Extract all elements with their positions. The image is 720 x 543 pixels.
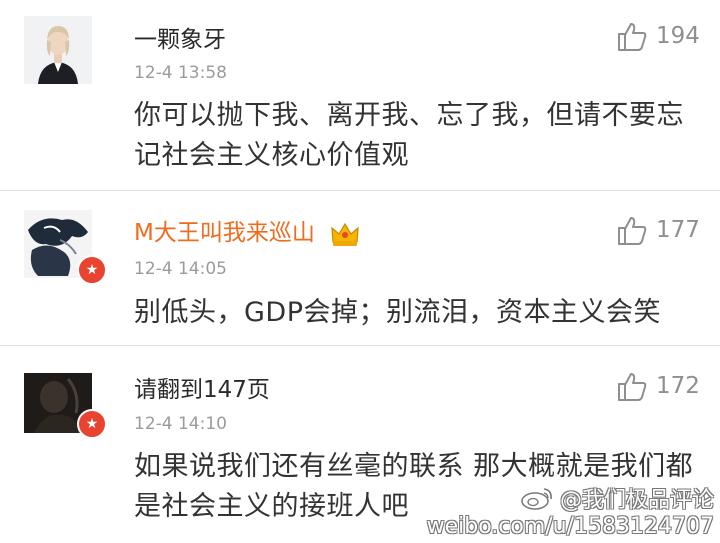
like-button[interactable]: 194 (616, 20, 700, 52)
like-button[interactable]: 177 (616, 214, 700, 246)
verified-star-icon: ★ (77, 255, 107, 285)
watermark-url: weibo.com/u/1583124707 (426, 514, 714, 539)
like-count: 194 (656, 23, 700, 49)
comment-text: 别低头，GDP会掉；别流泪，资本主义会笑 (134, 297, 661, 328)
watermark: @我们极品评论 weibo.com/u/1583124707 (427, 482, 714, 539)
vip-crown-icon (331, 222, 359, 246)
like-button[interactable]: 172 (616, 370, 700, 402)
comment-item: M大王叫我来巡山 12-4 14:05 别低头，GDP会掉；别流泪，资本主义会笑… (0, 191, 720, 345)
avatar[interactable] (24, 16, 92, 84)
comment-item: 一颗象牙 12-4 13:58 你可以抛下我、离开我、忘了我，但请不要忘记社会主… (0, 0, 720, 190)
thumbs-up-icon (618, 23, 647, 51)
verified-star-icon: ★ (77, 409, 107, 439)
username[interactable]: 一颗象牙 (134, 20, 226, 54)
weibo-logo-icon (521, 488, 552, 510)
username[interactable]: 请翻到147页 (134, 370, 270, 404)
comment-time: 12-4 14:05 (134, 259, 227, 279)
thumbs-up-icon (618, 373, 647, 401)
woman-portrait-avatar-icon (24, 16, 92, 84)
thumbs-up-icon (618, 217, 647, 245)
comment-time: 12-4 13:58 (134, 63, 227, 83)
username-text: M大王叫我来巡山 (134, 220, 315, 246)
watermark-account: @我们极品评论 (427, 482, 714, 514)
username[interactable]: M大王叫我来巡山 (134, 213, 360, 248)
like-count: 172 (656, 373, 700, 399)
comment-time: 12-4 14:10 (134, 414, 227, 434)
like-count: 177 (656, 217, 700, 243)
comment-text: 你可以抛下我、离开我、忘了我，但请不要忘记社会主义核心价值观 (134, 100, 684, 171)
watermark-account-text: @我们极品评论 (559, 488, 714, 513)
